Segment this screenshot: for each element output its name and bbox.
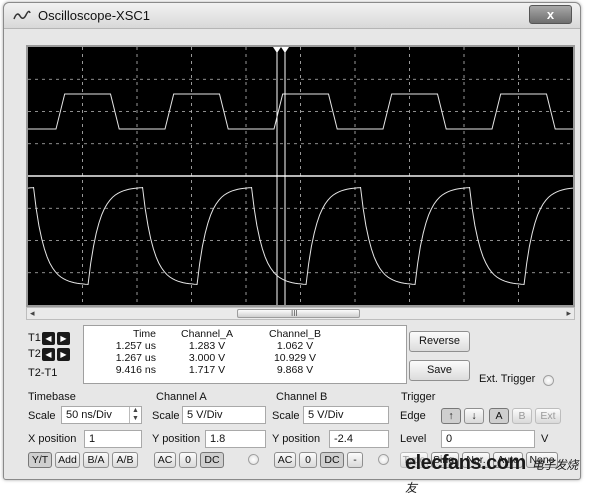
timebase-title: Timebase [28,391,76,403]
channel-b-minus-button[interactable]: - [347,452,363,468]
rising-edge-icon[interactable]: ↑ [441,408,461,424]
falling-edge-icon[interactable]: ↓ [464,408,484,424]
trigger-edge-label: Edge [400,410,426,422]
channel-a-dc-button[interactable]: DC [200,452,224,468]
x-position-input[interactable]: 1 [84,430,142,448]
title-bar[interactable]: Oscilloscope-XSC1 x [4,3,580,29]
trigger-level-unit: V [541,433,549,445]
channel-b-ypos-input[interactable]: -2.4 [329,430,389,448]
diff-channel-b-value: 9.868 V [276,364,314,376]
t2-time-value: 1.267 us [115,352,156,364]
measurement-readout: Time Channel_A Channel_B 1.257 us 1.283 … [83,325,407,384]
cursor-t2-handle-icon [281,47,289,53]
t1-channel-a-value: 1.283 V [188,340,226,352]
channel-b-zero-button[interactable]: 0 [299,452,317,468]
scope-display [28,47,573,305]
save-button[interactable]: Save [409,360,470,381]
readout-header-row: Time Channel_A Channel_B [86,328,340,340]
header-channel-a: Channel_A [181,328,233,340]
header-channel-b: Channel_B [269,328,321,340]
trigger-source-a-button[interactable]: A [489,408,509,424]
channel-b-title: Channel B [276,391,328,403]
channel-a-scale-label: Scale [152,410,180,422]
readout-row-t2: 1.267 us 3.000 V 10.929 V [86,352,340,364]
t1-channel-b-value: 1.062 V [276,340,314,352]
ext-trigger-terminal[interactable] [543,375,554,386]
scroll-right-icon[interactable]: ▸ [566,308,571,319]
channel-b-ypos-label: Y position [272,433,321,445]
t2-channel-b-value: 10.929 V [273,352,317,364]
t1-time-value: 1.257 us [115,340,156,352]
diff-time-value: 9.416 ns [115,364,156,376]
readout-row-diff: 9.416 ns 1.717 V 9.868 V [86,364,340,376]
readout-row-t1: 1.257 us 1.283 V 1.062 V [86,340,340,352]
window-title: Oscilloscope-XSC1 [38,8,150,23]
channel-a-title: Channel A [156,391,207,403]
t1-label: T1 [28,332,41,344]
diff-channel-a-value: 1.717 V [188,364,226,376]
t1-left-arrow-icon[interactable]: ◀ [42,332,55,345]
channel-a-ypos-input[interactable]: 1.8 [205,430,266,448]
header-time: Time [133,328,156,340]
trigger-level-input[interactable]: 0 [441,430,535,448]
trigger-title: Trigger [401,391,436,403]
t2-t1-label: T2-T1 [28,367,58,379]
channel-a-ypos-label: Y position [152,433,201,445]
channel-b-terminal[interactable] [378,454,389,465]
channel-b-ac-button[interactable]: AC [274,452,296,468]
channel-a-terminal[interactable] [248,454,259,465]
channel-b-dc-button[interactable]: DC [320,452,344,468]
trigger-level-label: Level [400,433,427,445]
t1-right-arrow-icon[interactable]: ▶ [57,332,70,345]
readout-table: Time Channel_A Channel_B 1.257 us 1.283 … [86,328,340,376]
cursor-t1-handle-icon [273,47,281,53]
mode-add-button[interactable]: Add [55,452,80,468]
channel-b-scale-field[interactable]: 5 V/Div [303,406,389,424]
trigger-source-ext-button[interactable]: Ext [535,408,561,424]
t2-label: T2 [28,348,41,360]
grip-icon: III [291,309,298,318]
t2-channel-a-value: 3.000 V [188,352,226,364]
channel-a-zero-button[interactable]: 0 [179,452,197,468]
mode-yt-button[interactable]: Y/T [28,452,52,468]
t2-right-arrow-icon[interactable]: ▶ [57,348,70,361]
t2-left-arrow-icon[interactable]: ◀ [42,348,55,361]
oscilloscope-app-icon [13,10,31,20]
reverse-button[interactable]: Reverse [409,331,470,352]
timebase-spinner-icon[interactable]: ▲ ▼ [129,407,141,423]
horizontal-scrollbar[interactable]: ◂ III ▸ [26,307,575,320]
oscilloscope-screen[interactable] [26,45,575,307]
timebase-scale-label: Scale [28,410,56,422]
x-position-label: X position [28,433,77,445]
timebase-scale-field[interactable]: 50 ns/Div ▲ ▼ [61,406,142,424]
trigger-source-b-button[interactable]: B [512,408,532,424]
ext-trigger-label: Ext. Trigger [479,373,536,385]
mode-ba-button[interactable]: B/A [83,452,109,468]
scroll-left-icon[interactable]: ◂ [30,308,35,319]
channel-a-ac-button[interactable]: AC [154,452,176,468]
close-button[interactable]: x [529,5,572,24]
timebase-scale-value: 50 ns/Div [66,409,112,421]
mode-ab-button[interactable]: A/B [112,452,138,468]
watermark-text: elecfans.com [405,452,526,474]
cursor-controls: T1 ◀ ▶ T2 ◀ ▶ T2-T1 [28,326,84,382]
oscilloscope-window: Oscilloscope-XSC1 x ◂ III ▸ T1 ◀ ▶ T2 ◀ … [3,2,581,480]
watermark-logo: elecfans.com 电子发烧友 [405,452,589,498]
channel-a-scale-field[interactable]: 5 V/Div [182,406,266,424]
scrollbar-thumb[interactable]: III [237,309,360,318]
channel-b-scale-label: Scale [272,410,300,422]
